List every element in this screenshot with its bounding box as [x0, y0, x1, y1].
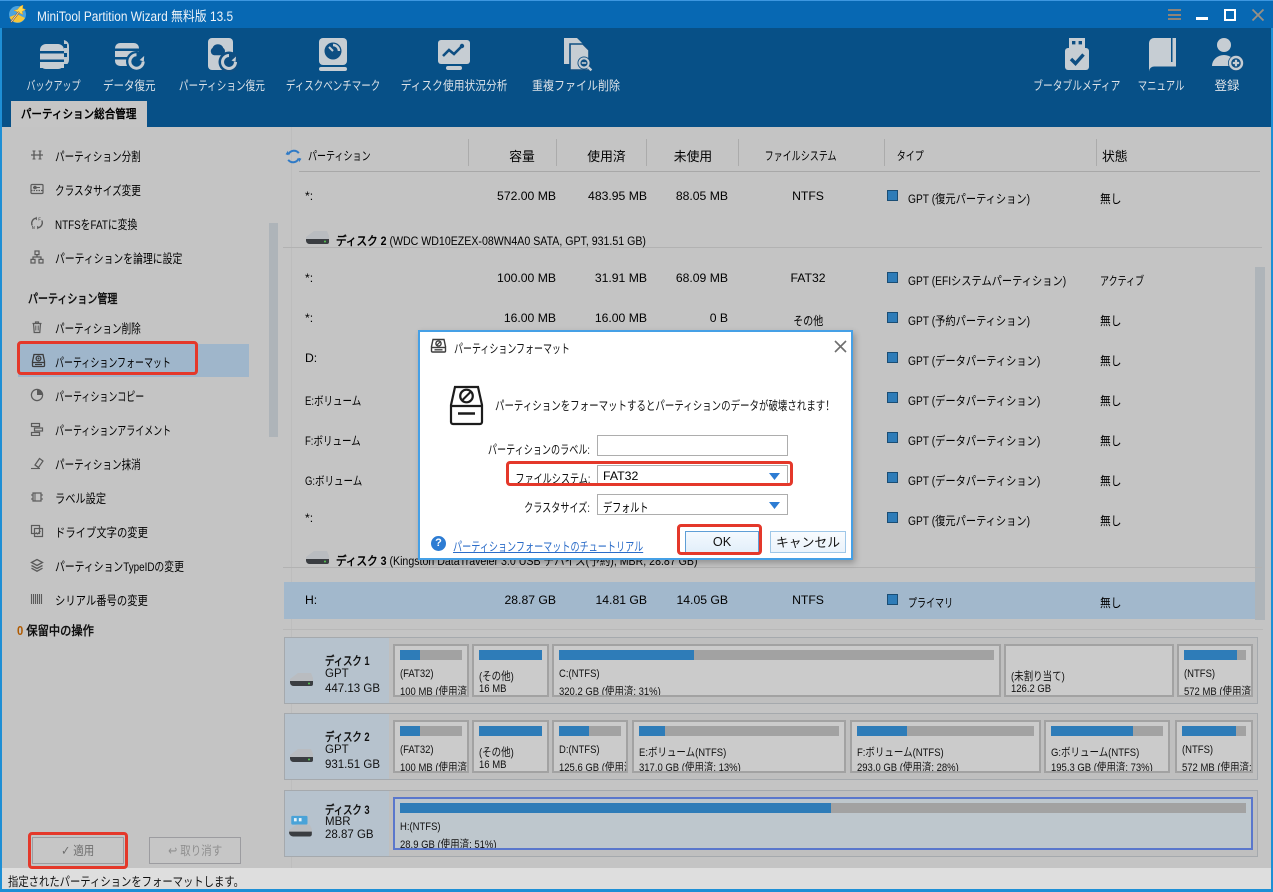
- svg-text:N: N: [32, 225, 35, 230]
- svg-text:F: F: [38, 216, 41, 221]
